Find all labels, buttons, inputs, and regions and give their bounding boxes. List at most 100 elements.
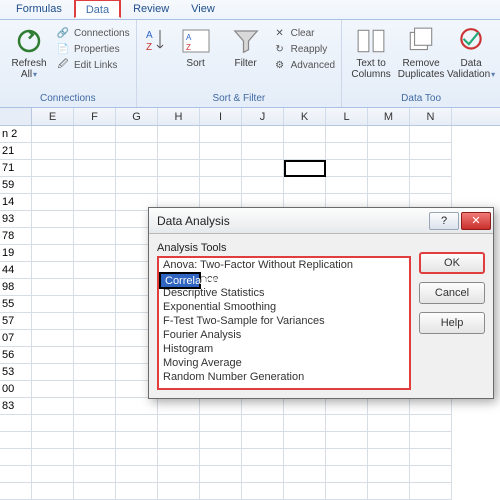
cell[interactable] — [74, 313, 116, 330]
cell[interactable] — [284, 483, 326, 500]
row-leading-cell[interactable] — [0, 415, 32, 432]
cell[interactable] — [410, 415, 452, 432]
col-header-N[interactable]: N — [410, 108, 452, 125]
col-header-I[interactable]: I — [200, 108, 242, 125]
cell[interactable] — [116, 466, 158, 483]
cell[interactable] — [32, 262, 74, 279]
row-leading-cell[interactable]: n 2 — [0, 126, 32, 143]
cell[interactable] — [200, 415, 242, 432]
row-leading-cell[interactable] — [0, 449, 32, 466]
cell[interactable] — [116, 449, 158, 466]
cell[interactable] — [74, 262, 116, 279]
cell[interactable] — [74, 347, 116, 364]
clear-button[interactable]: ✕Clear — [273, 26, 335, 40]
cell[interactable] — [368, 415, 410, 432]
analysis-tools-listbox[interactable]: Anova: Two-Factor Without ReplicationCor… — [157, 256, 411, 390]
analysis-option[interactable]: F-Test Two-Sample for Variances — [159, 314, 409, 328]
cell[interactable] — [74, 449, 116, 466]
cell[interactable] — [242, 483, 284, 500]
row-leading-cell[interactable]: 44 — [0, 262, 32, 279]
row-leading-cell[interactable]: 78 — [0, 228, 32, 245]
cell[interactable] — [32, 177, 74, 194]
cell[interactable] — [326, 449, 368, 466]
sort-button[interactable]: AZ Sort — [173, 24, 219, 69]
cancel-button[interactable]: Cancel — [419, 282, 485, 304]
cell[interactable] — [326, 177, 368, 194]
row-leading-cell[interactable] — [0, 432, 32, 449]
cell[interactable] — [74, 381, 116, 398]
cell[interactable] — [116, 177, 158, 194]
cell[interactable] — [116, 483, 158, 500]
cell[interactable] — [74, 194, 116, 211]
cell[interactable] — [74, 279, 116, 296]
cell[interactable] — [368, 398, 410, 415]
cell[interactable] — [32, 381, 74, 398]
edit-links-button[interactable]: 🖉Edit Links — [56, 58, 130, 72]
cell[interactable] — [32, 432, 74, 449]
analysis-option[interactable]: Random Number Generation — [159, 370, 409, 384]
cell[interactable] — [326, 126, 368, 143]
cell[interactable] — [410, 398, 452, 415]
cell[interactable] — [116, 415, 158, 432]
cell[interactable] — [116, 143, 158, 160]
filter-button[interactable]: Filter — [223, 24, 269, 69]
cell[interactable] — [242, 432, 284, 449]
row-leading-cell[interactable]: 21 — [0, 143, 32, 160]
cell[interactable] — [410, 143, 452, 160]
col-header-M[interactable]: M — [368, 108, 410, 125]
ok-button[interactable]: OK — [419, 252, 485, 274]
row-leading-cell[interactable]: 53 — [0, 364, 32, 381]
cell[interactable] — [200, 398, 242, 415]
cell[interactable] — [242, 143, 284, 160]
cell[interactable] — [326, 466, 368, 483]
cell[interactable] — [200, 177, 242, 194]
cell[interactable] — [410, 126, 452, 143]
cell[interactable] — [368, 160, 410, 177]
cell[interactable] — [32, 466, 74, 483]
dialog-close-button[interactable]: ✕ — [461, 212, 491, 230]
row-leading-cell[interactable]: 07 — [0, 330, 32, 347]
cell[interactable] — [116, 126, 158, 143]
row-leading-cell[interactable] — [0, 466, 32, 483]
cell[interactable] — [200, 483, 242, 500]
cell[interactable] — [284, 466, 326, 483]
cell[interactable] — [74, 126, 116, 143]
cell[interactable] — [74, 228, 116, 245]
cell[interactable] — [242, 160, 284, 177]
advanced-button[interactable]: ⚙Advanced — [273, 58, 335, 72]
col-header-J[interactable]: J — [242, 108, 284, 125]
cell[interactable] — [368, 126, 410, 143]
cell[interactable] — [200, 143, 242, 160]
cell[interactable] — [32, 160, 74, 177]
row-leading-cell[interactable] — [0, 483, 32, 500]
cell[interactable] — [158, 449, 200, 466]
cell[interactable] — [32, 228, 74, 245]
cell[interactable] — [74, 160, 116, 177]
cell[interactable] — [32, 279, 74, 296]
col-header-H[interactable]: H — [158, 108, 200, 125]
dialog-titlebar[interactable]: Data Analysis ? ✕ — [149, 208, 493, 234]
cell[interactable] — [116, 398, 158, 415]
dialog-help-icon[interactable]: ? — [429, 212, 459, 230]
cell[interactable] — [284, 126, 326, 143]
row-leading-cell[interactable]: 71 — [0, 160, 32, 177]
cell[interactable] — [32, 364, 74, 381]
tab-data[interactable]: Data — [74, 0, 121, 18]
row-leading-cell[interactable]: 83 — [0, 398, 32, 415]
cell[interactable] — [284, 398, 326, 415]
cell[interactable] — [368, 177, 410, 194]
row-leading-cell[interactable]: 00 — [0, 381, 32, 398]
cell[interactable] — [242, 449, 284, 466]
cell[interactable] — [200, 126, 242, 143]
cell[interactable] — [410, 160, 452, 177]
cell[interactable] — [200, 432, 242, 449]
cell[interactable] — [116, 160, 158, 177]
cell[interactable] — [284, 449, 326, 466]
cell[interactable] — [410, 449, 452, 466]
cell[interactable] — [116, 432, 158, 449]
cell[interactable] — [74, 245, 116, 262]
refresh-all-button[interactable]: Refresh All▾ — [6, 24, 52, 80]
cell[interactable] — [326, 160, 368, 177]
col-header-L[interactable]: L — [326, 108, 368, 125]
cell[interactable] — [158, 483, 200, 500]
